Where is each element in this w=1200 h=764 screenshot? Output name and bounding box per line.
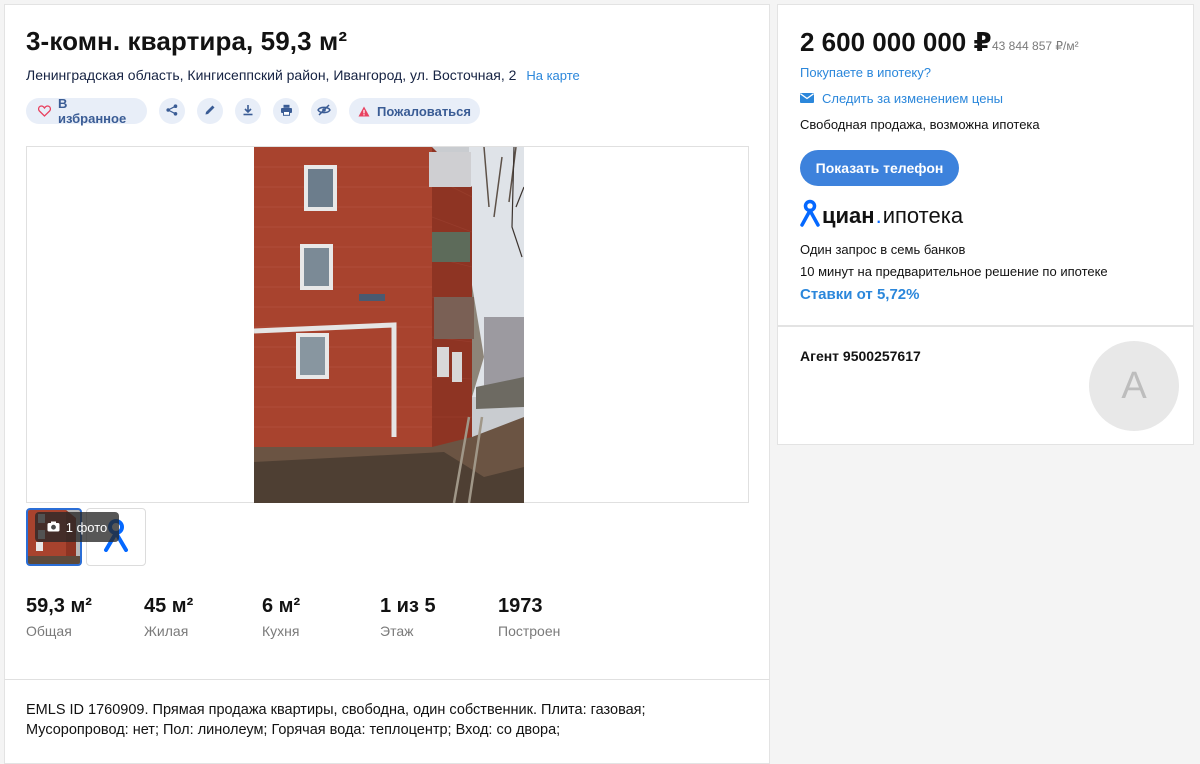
print-button[interactable] (273, 98, 299, 124)
stat-total-area: 59,3 м² Общая (26, 595, 144, 639)
stat-living-area: 45 м² Жилая (144, 595, 262, 639)
mortgage-line1: Один запрос в семь банков (800, 242, 966, 257)
share-icon (166, 103, 178, 119)
print-icon (280, 104, 293, 119)
action-bar: В избранное Пожаловаться (26, 96, 492, 126)
stat-label: Кухня (262, 623, 300, 639)
download-icon (242, 104, 254, 119)
logo-part1: циан (822, 203, 875, 228)
price-card: 2 600 000 000 ₽ 43 844 857 ₽/м² Покупает… (777, 4, 1194, 326)
heart-icon (38, 105, 51, 117)
hide-icon (317, 103, 331, 119)
stat-label: Этаж (380, 623, 414, 639)
stats-row: 59,3 м² Общая 45 м² Жилая 6 м² Кухня 1 и… (26, 595, 616, 639)
main-photo-frame[interactable] (26, 146, 749, 503)
stat-floor: 1 из 5 Этаж (380, 595, 498, 639)
description-card: EMLS ID 1760909. Прямая продажа квартиры… (4, 679, 770, 764)
edit-button[interactable] (197, 98, 223, 124)
warning-icon (358, 106, 370, 117)
stat-value: 59,3 м² (26, 595, 92, 617)
mortgage-rates-link[interactable]: Ставки от 5,72% (800, 286, 919, 303)
address-row: Ленинградская область, Кингисеппский рай… (26, 67, 580, 83)
camera-icon (47, 520, 60, 535)
map-link[interactable]: На карте (526, 68, 579, 83)
photo-count-badge[interactable]: 1 фото (35, 512, 119, 542)
stat-label: Жилая (144, 623, 189, 639)
complain-label: Пожаловаться (377, 103, 471, 119)
watch-price-label: Следить за изменением цены (822, 91, 1003, 106)
stat-value: 1973 (498, 595, 543, 617)
sale-type: Свободная продажа, возможна ипотека (800, 117, 1040, 132)
mortgage-line2: 10 минут на предварительное решение по и… (800, 264, 1108, 279)
share-button[interactable] (159, 98, 185, 124)
cian-mortgage-logo[interactable]: циан. ипотека (800, 199, 964, 233)
stat-kitchen-area: 6 м² Кухня (262, 595, 380, 639)
description-text: EMLS ID 1760909. Прямая продажа квартиры… (26, 702, 646, 738)
favorite-button[interactable]: В избранное (26, 96, 147, 126)
agent-name[interactable]: Агент 9500257617 (800, 348, 921, 364)
mortgage-question-link[interactable]: Покупаете в ипотеку? (800, 65, 931, 80)
cian-pin-icon (800, 199, 820, 233)
main-photo[interactable] (254, 147, 524, 503)
stat-value: 6 м² (262, 595, 301, 617)
stat-value: 1 из 5 (380, 595, 436, 617)
favorite-label: В избранное (58, 96, 127, 126)
avatar[interactable]: А (1089, 341, 1179, 431)
show-phone-button[interactable]: Показать телефон (800, 150, 959, 186)
photo-count-label: 1 фото (65, 519, 108, 535)
stat-label: Общая (26, 623, 72, 639)
listing-card: 3-комн. квартира, 59,3 м² Ленинградская … (4, 4, 770, 680)
price-per-meter: 43 844 857 ₽/м² (992, 39, 1079, 53)
agent-card: Агент 9500257617 А (777, 326, 1194, 445)
price-value: 2 600 000 000 ₽ (800, 27, 992, 57)
stat-label: Построен (498, 623, 561, 639)
stat-year-built: 1973 Построен (498, 595, 616, 639)
download-button[interactable] (235, 98, 261, 124)
hide-button[interactable] (311, 98, 337, 124)
stat-value: 45 м² (144, 595, 194, 617)
page-title: 3-комн. квартира, 59,3 м² (26, 26, 348, 56)
address[interactable]: Ленинградская область, Кингисеппский рай… (26, 67, 516, 83)
complain-button[interactable]: Пожаловаться (349, 98, 480, 124)
envelope-icon (800, 91, 814, 106)
logo-part2: ипотека (882, 203, 964, 228)
watch-price-link[interactable]: Следить за изменением цены (800, 91, 1003, 106)
edit-icon (204, 104, 216, 119)
